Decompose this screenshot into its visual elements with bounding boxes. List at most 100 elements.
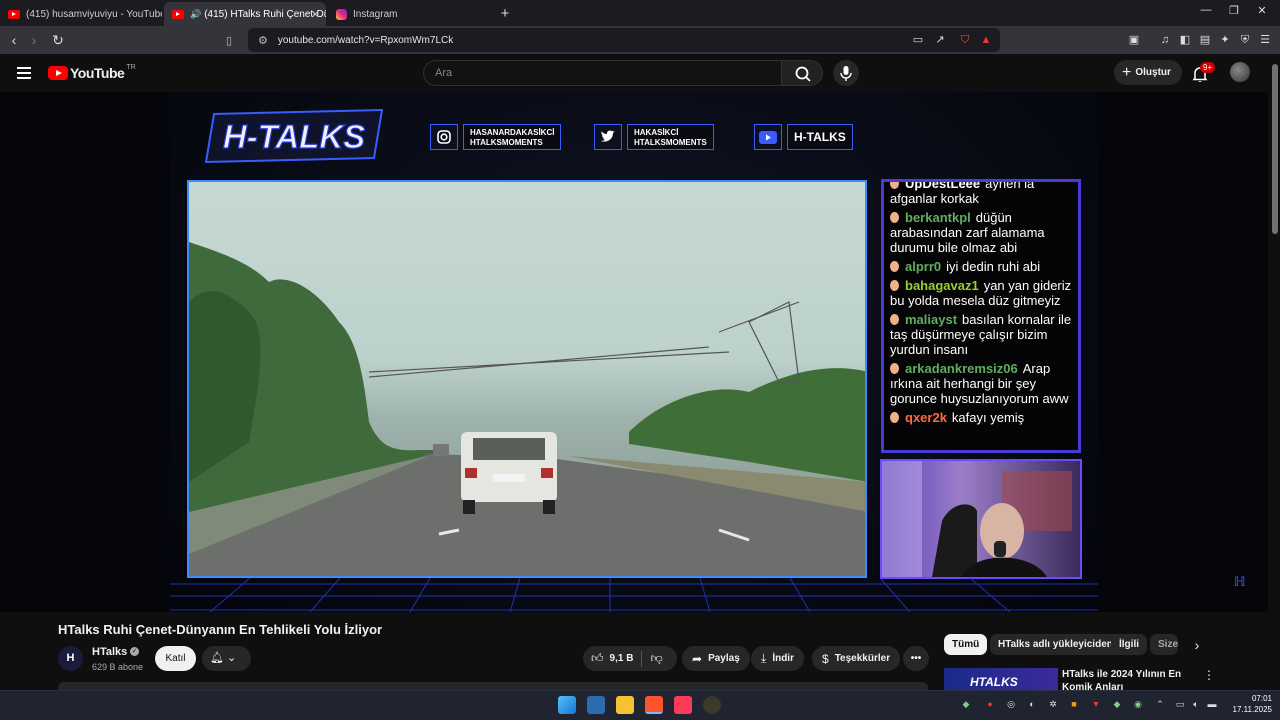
chip-related[interactable]: İlgili — [1111, 634, 1147, 655]
chat-message: UpDestLeee aynen la afganlar korkak — [890, 182, 1072, 206]
badge-icon — [890, 182, 899, 189]
road-scene-video — [187, 180, 867, 578]
htalks-logo-text: H-TALKS — [223, 118, 365, 155]
tab-label: (415) HTalks Ruhi Çenet-Düny — [204, 8, 326, 20]
video-title: HTalks Ruhi Çenet-Dünyanın En Tehlikeli … — [58, 622, 383, 637]
youtube-logo[interactable]: YouTube TR — [48, 63, 136, 81]
search-button[interactable] — [781, 60, 823, 86]
share-icon[interactable]: ↗ — [932, 32, 948, 48]
close-window-icon[interactable]: ✕ — [1252, 4, 1272, 17]
chat-message: berkantkpl düğün arabasından zarf alamama… — [890, 210, 1072, 255]
main-menu-icon[interactable]: ☰ — [1257, 32, 1273, 48]
channel-avatar[interactable]: H — [58, 646, 83, 671]
rewards-icon[interactable]: ▲ — [978, 32, 994, 48]
region-code: TR — [126, 63, 136, 71]
youtube-play-icon — [48, 66, 68, 80]
tray-discord-icon[interactable]: ◐ — [1026, 698, 1038, 710]
like-button[interactable]: 👍︎ 9,1 B — [583, 646, 641, 671]
channel-watermark[interactable]: ℍ — [1234, 574, 1248, 594]
vpn-icon[interactable]: ⛨ — [1237, 32, 1253, 48]
share-label: Paylaş — [708, 653, 740, 664]
channel-name[interactable]: HTalks — [92, 646, 127, 658]
tray-shield-icon[interactable]: ◆ — [1111, 698, 1123, 710]
tab-instagram[interactable]: Instagram — [328, 2, 490, 26]
subscription-bell-button[interactable]: 🔔︎ ⌄ — [202, 646, 251, 671]
share-icon: ➦ — [692, 651, 703, 666]
social-handle: HTALKSMOMENTS — [470, 138, 543, 147]
tray-steam-icon[interactable]: ◎ — [1005, 698, 1017, 710]
chat-username: arkadankremsiz06 — [905, 361, 1018, 376]
page-scrollbar[interactable] — [1270, 54, 1280, 690]
chat-username: maliayst — [905, 312, 958, 327]
brave-shield-icon[interactable]: ⛉ — [957, 32, 973, 48]
tab-husamviyuviyu[interactable]: (415) husamviyuviyu - YouTube — [0, 2, 162, 26]
wifi-icon[interactable]: ▭ — [1174, 698, 1186, 710]
tray-chevron-icon[interactable]: ⌃ — [1154, 698, 1166, 710]
social-handle: HASANARDAKASİKCİ — [470, 128, 555, 137]
thanks-button[interactable]: $ Teşekkürler — [812, 646, 901, 671]
share-button[interactable]: ➦ Paylaş — [682, 646, 750, 671]
widgets-icon[interactable] — [587, 696, 605, 714]
chat-message: maliayst basılan kornalar ile taş düşürme… — [890, 312, 1072, 357]
search-icon — [795, 66, 811, 82]
volume-icon[interactable]: 🔈︎ — [1190, 698, 1202, 710]
reload-icon[interactable]: ↻ — [48, 32, 68, 49]
address-bar[interactable]: ▯ ⚙ youtube.com/watch?v=RpxomWm7LCk — [226, 28, 1000, 52]
bookmark-icon[interactable]: ▯ — [226, 34, 232, 47]
tray-network-app-icon[interactable]: ◉ — [1132, 698, 1144, 710]
chip-all[interactable]: Tümü — [944, 634, 988, 655]
hamburger-menu-icon[interactable] — [17, 67, 31, 79]
music-app-icon[interactable] — [674, 696, 692, 714]
search-input[interactable]: Ara — [423, 60, 781, 86]
tray-app2-icon[interactable]: ■ — [1068, 698, 1080, 710]
more-actions-button[interactable]: ••• — [903, 646, 929, 671]
chip-for-you[interactable]: Size — [1150, 634, 1178, 655]
kebab-menu-icon[interactable]: ⋮ — [1203, 668, 1215, 682]
dislike-button[interactable]: 👎︎ — [642, 646, 670, 671]
chip-from-uploader[interactable]: HTalks adlı yükleyiciden — [990, 634, 1121, 655]
forward-icon[interactable]: › — [24, 32, 44, 48]
related-video-title[interactable]: HTalks ile 2024 Yılının En Komik Anları — [1062, 668, 1202, 690]
join-button[interactable]: Katıl — [155, 646, 196, 671]
app-icon[interactable] — [703, 696, 721, 714]
chevron-down-icon: ⌄ — [227, 652, 237, 664]
tray-app-icon[interactable]: ● — [984, 698, 996, 710]
minimize-icon[interactable]: — — [1196, 4, 1216, 16]
reader-icon[interactable]: ▣ — [1126, 32, 1142, 48]
account-avatar[interactable] — [1230, 62, 1250, 82]
system-clock[interactable]: 07:01 17.11.2025 — [1226, 693, 1272, 715]
voice-search-button[interactable] — [833, 60, 859, 86]
back-icon[interactable]: ‹ — [4, 32, 24, 48]
description-box[interactable] — [58, 682, 928, 690]
leo-ai-icon[interactable]: ✦ — [1217, 32, 1233, 48]
cast-icon[interactable]: ▭ — [910, 32, 926, 48]
battery-icon[interactable]: ▬ — [1206, 698, 1218, 710]
tray-antivirus-icon[interactable]: ▼ — [1090, 698, 1102, 710]
create-button[interactable]: + Oluştur — [1114, 60, 1182, 85]
htalks-logo: H-TALKS — [204, 108, 384, 164]
youtube-header: YouTube TR Ara + Oluştur 9+ — [0, 54, 1280, 92]
speaker-icon[interactable]: 🔊 — [190, 9, 201, 20]
media-icon[interactable]: ♫ — [1157, 32, 1173, 48]
url-text: youtube.com/watch?v=RpxomWm7LCk — [277, 34, 454, 46]
tray-settings-icon[interactable]: ✲ — [1047, 698, 1059, 710]
related-video-thumbnail[interactable]: HTALKS — [944, 668, 1058, 690]
social-instagram: HASANARDAKASİKCİ HTALKSMOMENTS — [430, 124, 562, 150]
webcam-scene — [882, 461, 1072, 577]
download-button[interactable]: ⤓ İndir — [751, 646, 804, 671]
brave-browser-icon[interactable] — [645, 696, 663, 714]
tray-nvidia-icon[interactable]: ◆ — [960, 698, 972, 710]
file-explorer-icon[interactable] — [616, 696, 634, 714]
scrollbar-thumb[interactable] — [1272, 64, 1278, 234]
wallet-icon[interactable]: ▤ — [1197, 32, 1213, 48]
download-label: İndir — [772, 653, 794, 664]
maximize-icon[interactable]: ❐ — [1224, 4, 1244, 17]
close-tab-icon[interactable]: ✕ — [311, 8, 320, 21]
tab-htalks-active[interactable]: 🔊 (415) HTalks Ruhi Çenet-Düny ✕ — [164, 2, 326, 26]
new-tab-button[interactable]: + — [492, 2, 518, 26]
site-info-icon[interactable]: ⚙ — [258, 34, 268, 47]
windows-start-icon[interactable] — [558, 696, 576, 714]
chevron-right-icon[interactable]: › — [1188, 636, 1206, 654]
sidebar-icon[interactable]: ◧ — [1177, 32, 1193, 48]
chat-message: arkadankremsiz06 Arap ırkına ait herhangi… — [890, 361, 1072, 406]
